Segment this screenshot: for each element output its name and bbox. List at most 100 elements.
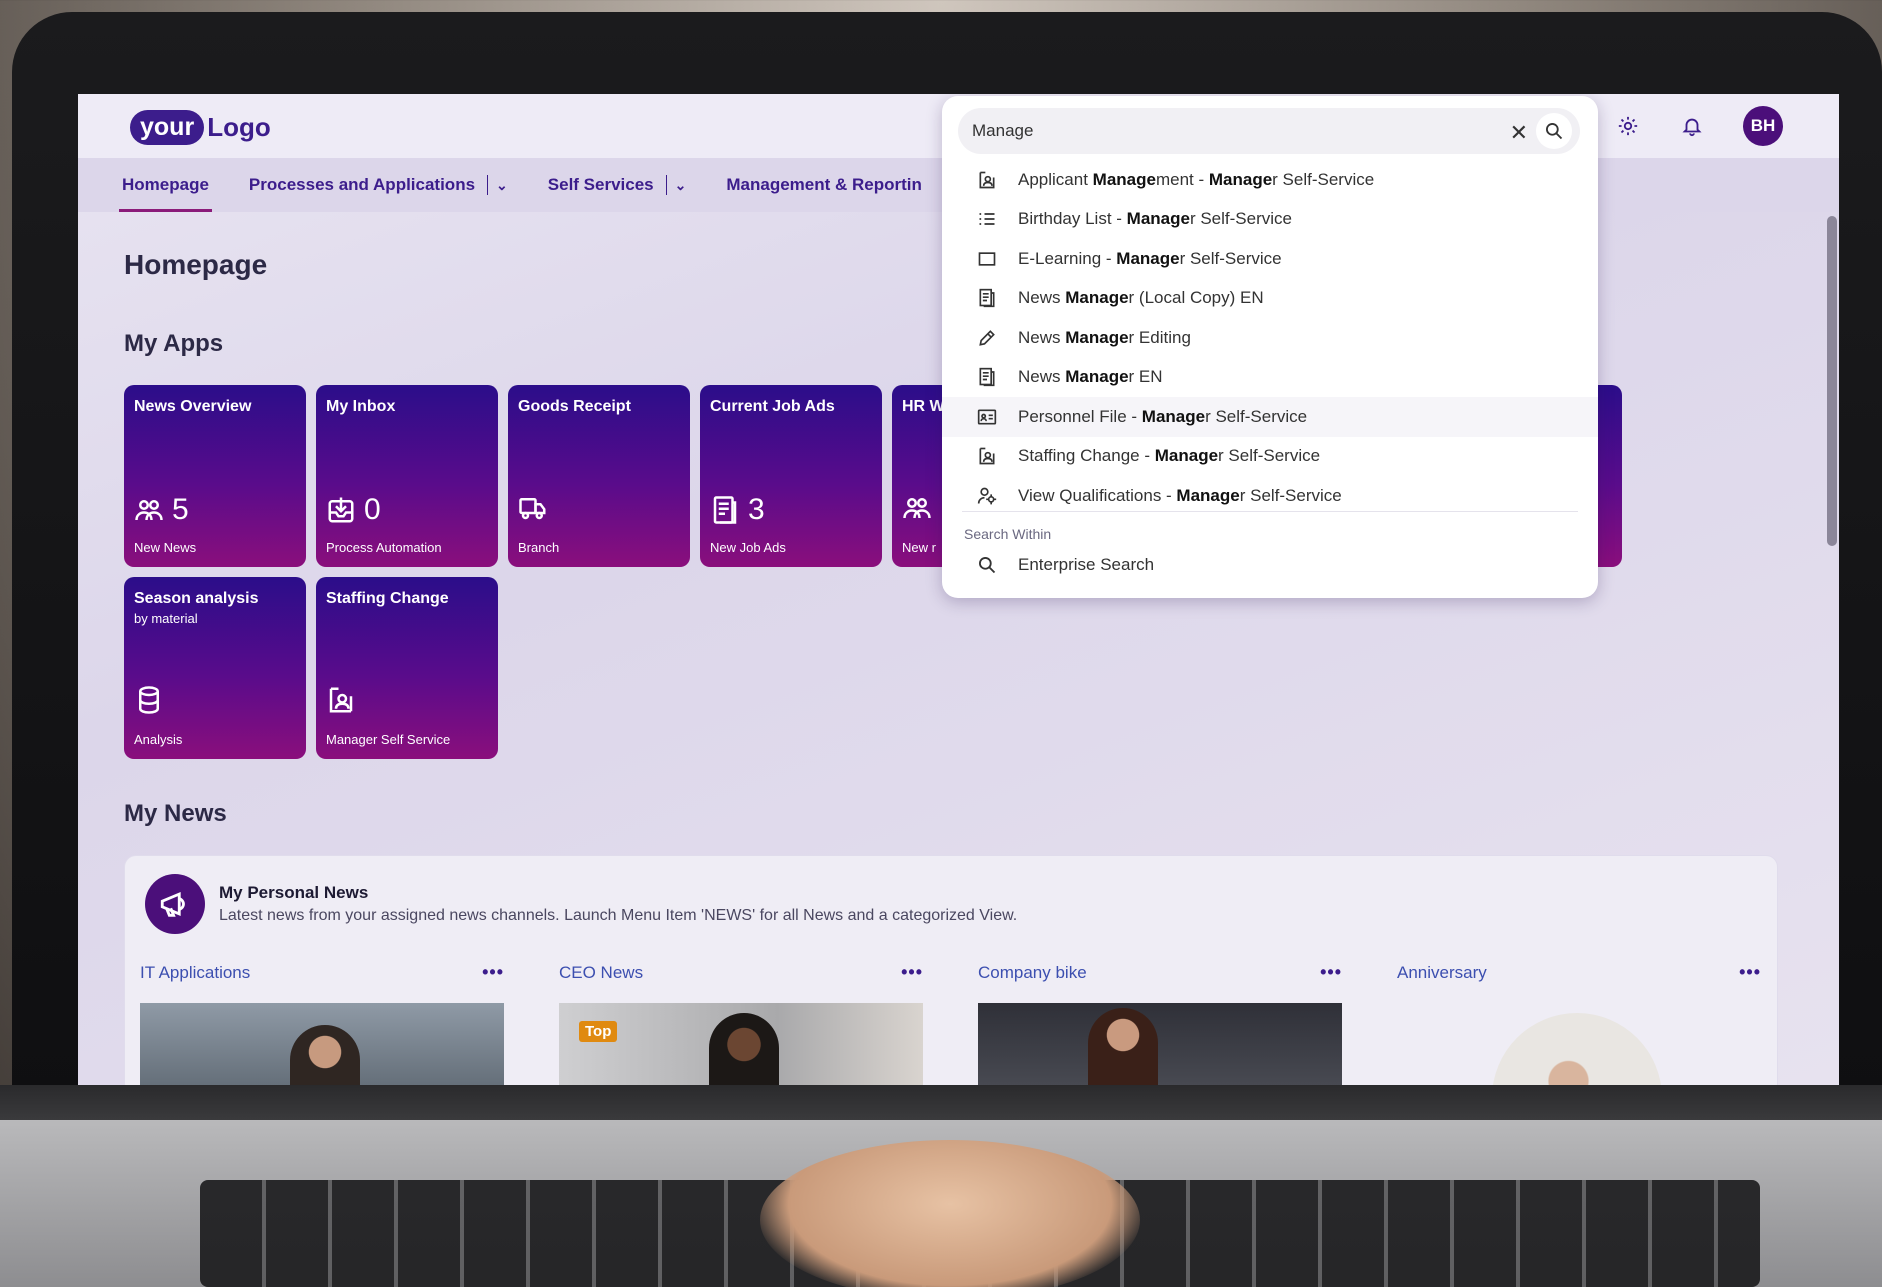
suggestion-item[interactable]: News Manager Editing xyxy=(942,318,1598,358)
page-title: Homepage xyxy=(124,249,268,280)
tile-footer: Manager Self Service xyxy=(326,732,451,747)
id-card-icon xyxy=(976,406,998,428)
news-person xyxy=(1088,1008,1158,1085)
qualification-icon xyxy=(976,485,998,507)
nav-separator xyxy=(665,175,667,195)
suggestion-item[interactable]: News Manager (Local Copy) EN xyxy=(942,279,1598,319)
tile-kpi xyxy=(902,493,932,523)
tile-title: News Overview xyxy=(134,398,252,415)
nav-processes[interactable]: Processes and Applications ⌄ xyxy=(249,158,508,212)
suggestion-match: Manage xyxy=(1092,169,1156,189)
scrollbar[interactable] xyxy=(1827,216,1837,546)
news-channel-link[interactable]: IT Applications xyxy=(140,963,250,983)
suggestion-text: r Self-Service xyxy=(1239,485,1342,505)
close-icon[interactable]: ✕ xyxy=(1510,120,1528,146)
top-badge: Top xyxy=(579,1021,618,1042)
tile-kpi: 5 xyxy=(134,493,189,527)
news-image[interactable]: Top xyxy=(559,1003,923,1085)
list-icon xyxy=(976,208,998,230)
tile-title: Staffing Change xyxy=(326,590,449,607)
search-icon xyxy=(976,554,998,576)
chevron-down-icon[interactable]: ⌄ xyxy=(675,177,687,194)
suggestion-item[interactable]: E-Learning - Manager Self-Service xyxy=(942,239,1598,279)
logo-text: Logo xyxy=(207,111,271,142)
suggestion-text: View Qualifications - xyxy=(1018,485,1177,505)
suggestion-text: r Self-Service xyxy=(1189,209,1292,229)
document-icon xyxy=(976,287,998,309)
tile-current-job-ads[interactable]: Current Job Ads 3 New Job Ads xyxy=(700,385,882,567)
truck-icon xyxy=(519,498,546,520)
badge-icon xyxy=(329,687,353,713)
news-image[interactable] xyxy=(978,1003,1342,1085)
news-title: My Personal News xyxy=(219,883,369,902)
more-icon[interactable]: ••• xyxy=(482,962,504,983)
news-channel-link[interactable]: CEO News xyxy=(559,963,643,983)
suggestion-item[interactable]: News Manager EN xyxy=(942,358,1598,398)
nav-processes-label: Processes and Applications xyxy=(248,175,476,194)
search-input[interactable] xyxy=(972,121,1472,141)
suggestion-text: News xyxy=(1018,288,1066,308)
search-field[interactable]: ✕ xyxy=(958,108,1580,154)
tile-footer: New r xyxy=(902,540,936,555)
news-image[interactable] xyxy=(140,1003,504,1085)
tile-title: My Inbox xyxy=(326,398,396,415)
suggestion-text: r Self-Service xyxy=(1205,406,1308,426)
more-icon[interactable]: ••• xyxy=(1320,962,1342,983)
tile-staffing-change[interactable]: Staffing Change Manager Self Service xyxy=(316,577,498,759)
people-icon xyxy=(903,498,931,519)
enterprise-search-item[interactable]: Enterprise Search xyxy=(976,554,1154,576)
search-icon[interactable] xyxy=(1536,113,1572,149)
search-within-label: Search Within xyxy=(964,526,1052,542)
nav-management-reporting[interactable]: Management & Reportin xyxy=(726,158,922,212)
suggestion-text: News xyxy=(1018,327,1066,347)
tile-footer: New Job Ads xyxy=(710,540,786,555)
tile-kpi xyxy=(326,685,356,715)
tile-kpi xyxy=(134,685,164,715)
suggestion-text: r Self-Service xyxy=(1218,446,1321,466)
bell-icon[interactable] xyxy=(1679,113,1705,139)
tile-subtitle: by material xyxy=(134,611,198,626)
suggestion-text: r Self-Service xyxy=(1179,248,1282,268)
tile-kpi: 3 xyxy=(710,493,765,527)
tile-news-overview[interactable]: News Overview 5 New News xyxy=(124,385,306,567)
document-icon xyxy=(976,366,998,388)
suggestion-text: News xyxy=(1018,367,1066,387)
tile-value: 5 xyxy=(172,493,189,526)
nav-separator xyxy=(487,175,489,195)
more-icon[interactable]: ••• xyxy=(901,962,923,983)
news-description: Latest news from your assigned news chan… xyxy=(219,907,1018,924)
tile-goods-receipt[interactable]: Goods Receipt Branch xyxy=(508,385,690,567)
nav-homepage[interactable]: Homepage xyxy=(119,158,212,212)
news-channel: CEO News ••• Top xyxy=(559,962,923,1085)
suggestion-text: Staffing Change - xyxy=(1018,446,1155,466)
chevron-down-icon[interactable]: ⌄ xyxy=(496,177,508,194)
settings-icon[interactable] xyxy=(1615,113,1641,139)
tile-value: 3 xyxy=(748,493,765,526)
suggestion-text: r EN xyxy=(1128,367,1163,387)
inbox-icon xyxy=(328,497,354,523)
company-logo[interactable]: your Logo xyxy=(130,108,271,146)
suggestion-item[interactable]: View Qualifications - Manager Self-Servi… xyxy=(942,476,1598,516)
tile-title: Season analysis xyxy=(134,590,259,607)
suggestion-text: Applicant xyxy=(1018,169,1093,189)
suggestion-item[interactable]: Staffing Change - Manager Self-Service xyxy=(942,437,1598,477)
tile-footer: Process Automation xyxy=(326,540,442,555)
avatar[interactable]: BH xyxy=(1743,106,1783,146)
shell-actions: BH xyxy=(1615,106,1783,146)
news-channel-link[interactable]: Company bike xyxy=(978,963,1087,983)
nav-self-services[interactable]: Self Services ⌄ xyxy=(548,158,687,212)
tile-my-inbox[interactable]: My Inbox 0 Process Automation xyxy=(316,385,498,567)
tile-season-analysis[interactable]: Season analysis by material Analysis xyxy=(124,577,306,759)
more-icon[interactable]: ••• xyxy=(1739,962,1761,983)
suggestion-match: Manage xyxy=(1208,169,1273,189)
logo-your: your xyxy=(130,109,205,145)
news-person xyxy=(709,1013,779,1085)
suggestion-item[interactable]: Personnel File - Manager Self-Service xyxy=(942,397,1598,437)
news-image[interactable] xyxy=(1397,1003,1761,1085)
suggestion-text: Personnel File - xyxy=(1018,406,1142,426)
document-icon xyxy=(713,496,737,524)
suggestion-item[interactable]: Applicant Management - Manager Self-Serv… xyxy=(942,160,1598,200)
suggestion-item[interactable]: Birthday List - Manager Self-Service xyxy=(942,200,1598,240)
badge-icon xyxy=(976,169,998,191)
news-channel-link[interactable]: Anniversary xyxy=(1397,963,1487,983)
